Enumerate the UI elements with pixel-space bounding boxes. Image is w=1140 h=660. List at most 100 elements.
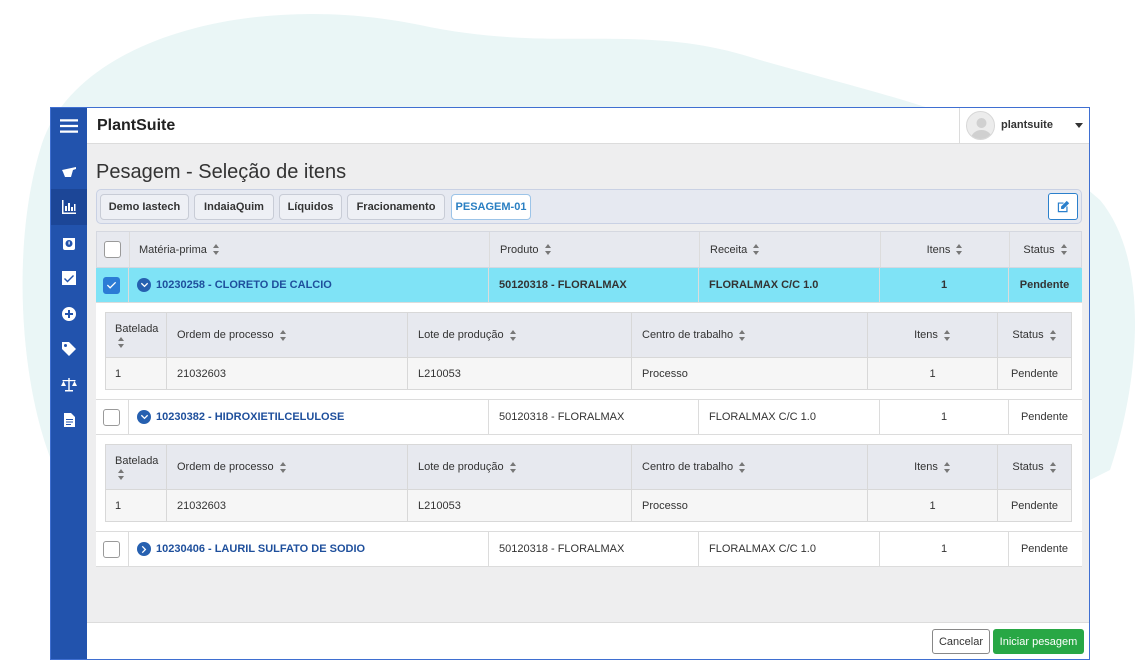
column-header-product[interactable]: Produto <box>490 232 700 267</box>
recipe-cell: FLORALMAX C/C 1.0 <box>699 532 880 566</box>
top-bar: PlantSuite plantsuite <box>87 108 1089 144</box>
sidebar <box>51 108 87 659</box>
brand-title: PlantSuite <box>97 117 176 134</box>
batch-subtable: Batelada Ordem de processo Lote de produ… <box>105 312 1072 390</box>
check-icon <box>106 281 117 289</box>
sort-icon <box>753 244 760 255</box>
column-header-recipe[interactable]: Receita <box>700 232 881 267</box>
breadcrumb-item-pesagem[interactable]: PESAGEM-01 <box>451 194 531 220</box>
sidebar-item-weighing[interactable] <box>51 154 87 190</box>
user-icon <box>971 118 992 139</box>
column-header-batch[interactable]: Batelada <box>106 313 167 357</box>
column-header-center[interactable]: Centro de trabalho <box>632 313 868 357</box>
cancel-button[interactable]: Cancelar <box>932 629 990 654</box>
app-window: PlantSuite plantsuite Pesagem - Seleção … <box>50 107 1090 660</box>
sort-icon <box>943 461 951 473</box>
column-header-substatus[interactable]: Status <box>998 313 1071 357</box>
breadcrumb-item-indaiaquim[interactable]: IndaiaQuim <box>194 194 274 220</box>
column-header-order[interactable]: Ordem de processo <box>167 313 408 357</box>
column-header-lot[interactable]: Lote de produção <box>408 445 632 489</box>
sidebar-item-balance[interactable] <box>51 367 87 403</box>
status-cell: Pendente <box>1019 279 1070 291</box>
avatar <box>966 111 995 140</box>
sort-icon <box>943 329 951 341</box>
product-cell: 50120318 - FLORALMAX <box>489 268 699 302</box>
breadcrumb: Demo Iastech IndaiaQuim Líquidos Fracion… <box>96 189 1082 224</box>
sort-icon <box>1049 329 1057 341</box>
row-checkbox[interactable] <box>103 276 120 294</box>
sidebar-item-labels[interactable] <box>51 331 87 367</box>
product-cell: 50120318 - FLORALMAX <box>489 400 699 434</box>
items-cell: 1 <box>880 400 1009 434</box>
subtable-row[interactable]: 1 21032603 L210053 Processo 1 Pendente <box>106 358 1071 389</box>
sort-icon <box>1049 461 1057 473</box>
column-header-batch[interactable]: Batelada <box>106 445 167 489</box>
row-checkbox[interactable] <box>103 540 120 558</box>
edit-icon <box>1057 200 1069 213</box>
table-row[interactable]: 10230406 - LAURIL SULFATO DE SODIO 50120… <box>96 532 1082 567</box>
sidebar-item-scale[interactable] <box>51 225 87 261</box>
column-header-center[interactable]: Centro de trabalho <box>632 445 868 489</box>
sort-icon <box>956 244 963 255</box>
collapse-toggle[interactable] <box>137 278 151 292</box>
chevron-down-icon <box>1075 123 1083 128</box>
user-menu[interactable]: plantsuite <box>959 108 1089 144</box>
table-row[interactable]: 10230258 - CLORETO DE CALCIO 50120318 - … <box>96 268 1082 303</box>
breadcrumb-item-fracionamento[interactable]: Fracionamento <box>347 194 445 220</box>
chevron-down-icon <box>140 282 148 287</box>
flask-icon <box>62 167 76 177</box>
footer-bar: Cancelar Iniciar pesagem <box>87 622 1089 659</box>
edit-button[interactable] <box>1048 193 1078 220</box>
sidebar-item-dashboard[interactable] <box>51 189 87 225</box>
row-detail: Batelada Ordem de processo Lote de produ… <box>96 435 1082 532</box>
sort-icon <box>509 461 517 473</box>
sort-icon <box>212 244 220 255</box>
chart-icon <box>62 200 76 214</box>
product-cell: 50120318 - FLORALMAX <box>489 532 699 566</box>
column-header-status[interactable]: Status <box>1010 232 1081 267</box>
sidebar-item-tasks[interactable] <box>51 260 87 296</box>
sort-icon <box>739 329 746 341</box>
column-header-lot[interactable]: Lote de produção <box>408 313 632 357</box>
document-icon <box>64 413 75 427</box>
recipe-cell: FLORALMAX C/C 1.0 <box>699 400 880 434</box>
items-cell: 1 <box>880 268 1009 302</box>
sort-icon <box>118 336 125 348</box>
sort-icon <box>739 461 746 473</box>
material-name[interactable]: 10230406 - LAURIL SULFATO DE SODIO <box>156 543 365 555</box>
collapse-toggle[interactable] <box>137 410 151 424</box>
recipe-cell: FLORALMAX C/C 1.0 <box>699 268 880 302</box>
subtable-row[interactable]: 1 21032603 L210053 Processo 1 Pendente <box>106 490 1071 521</box>
items-cell: 1 <box>880 532 1009 566</box>
breadcrumb-item-liquidos[interactable]: Líquidos <box>279 194 342 220</box>
table-row[interactable]: 10230382 - HIDROXIETILCELULOSE 50120318 … <box>96 400 1082 435</box>
sort-icon <box>118 468 125 480</box>
chevron-right-icon <box>141 545 146 553</box>
page-title: Pesagem - Seleção de itens <box>96 161 347 183</box>
chevron-down-icon <box>140 414 148 419</box>
scale-icon <box>63 238 75 250</box>
column-header-material[interactable]: Matéria-prima <box>130 232 490 267</box>
start-weighing-button[interactable]: Iniciar pesagem <box>993 629 1084 654</box>
column-header-subitems[interactable]: Itens <box>868 445 998 489</box>
material-name[interactable]: 10230382 - HIDROXIETILCELULOSE <box>156 411 344 423</box>
column-header-items[interactable]: Itens <box>881 232 1010 267</box>
sort-icon <box>544 244 552 255</box>
select-all-checkbox[interactable] <box>104 241 121 258</box>
column-header-subitems[interactable]: Itens <box>868 313 998 357</box>
menu-icon <box>60 119 78 133</box>
tag-icon <box>62 342 76 356</box>
checkbox-icon <box>62 271 76 285</box>
sort-icon <box>279 329 287 341</box>
expand-toggle[interactable] <box>137 542 151 556</box>
breadcrumb-item-demo[interactable]: Demo Iastech <box>100 194 189 220</box>
status-cell: Pendente <box>1020 411 1069 423</box>
material-name[interactable]: 10230258 - CLORETO DE CALCIO <box>156 279 332 291</box>
column-header-order[interactable]: Ordem de processo <box>167 445 408 489</box>
sort-icon <box>509 329 517 341</box>
menu-button[interactable] <box>51 108 87 144</box>
column-header-substatus[interactable]: Status <box>998 445 1071 489</box>
sidebar-item-reports[interactable] <box>51 402 87 438</box>
sidebar-item-add[interactable] <box>51 296 87 332</box>
row-checkbox[interactable] <box>103 408 120 426</box>
